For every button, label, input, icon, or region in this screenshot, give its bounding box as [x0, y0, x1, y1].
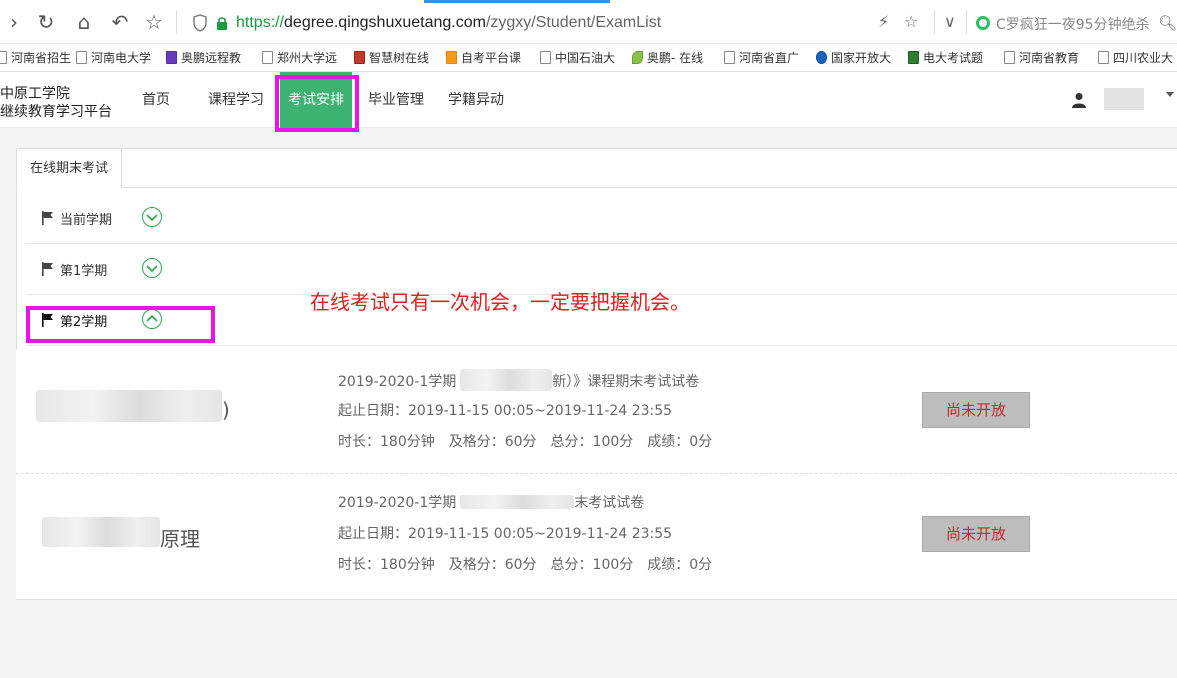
exam-start-button[interactable]: 尚未开放 [922, 516, 1030, 552]
undo-icon[interactable]: ↶ [108, 10, 132, 34]
bookmark-item[interactable]: 河南电大学 [76, 49, 151, 66]
exam-title: 2019-2020-1学期 末考试试卷 [338, 495, 645, 511]
search-suggestion-text: C罗疯狂一夜95分钟绝杀 [996, 17, 1150, 33]
page-icon [540, 51, 551, 64]
bookmark-item[interactable]: 国家开放大 [816, 49, 891, 66]
bookmark-item[interactable]: 河南省教育 [1004, 49, 1079, 66]
bookmark-item[interactable]: 奥鹏远程教 [166, 49, 241, 66]
page-icon [1004, 51, 1015, 64]
bookmark-item[interactable]: 电大考试题 [908, 49, 983, 66]
search-icon[interactable]: 🔍︎ [1158, 14, 1177, 32]
course-name: ) [222, 398, 230, 422]
site-logo-subtitle: 继续教育学习平台 [0, 104, 112, 120]
chevron-down-icon[interactable] [142, 207, 162, 227]
exam-stats: 时长：180分钟 及格分：60分 总分：100分 成绩：0分 [338, 557, 713, 573]
course-name: 原理 [160, 527, 200, 551]
exam-stats: 时长：180分钟 及格分：60分 总分：100分 成绩：0分 [338, 434, 713, 450]
term-label: 第2学期 [60, 315, 108, 330]
term-label: 第1学期 [60, 264, 108, 279]
exam-start-button[interactable]: 尚未开放 [922, 392, 1030, 428]
exam-title: 2019-2020-1学期 新）》课程期末考试试卷 [338, 369, 699, 391]
site-icon [908, 51, 919, 64]
site-icon [816, 51, 827, 64]
nav-graduation[interactable]: 毕业管理 [368, 72, 424, 128]
exam-item: 原理 2019-2020-1学期 末考试试卷 起止日期：2019-11-15 00… [16, 475, 1177, 599]
page-icon [76, 51, 87, 64]
bookmark-item[interactable]: 中国石油大 [540, 49, 615, 66]
bookmark-item[interactable]: 郑州大学远 [262, 49, 337, 66]
lightning-icon[interactable]: ⚡ [878, 12, 889, 31]
site-icon [166, 51, 177, 64]
page-icon [262, 51, 273, 64]
favorite-star-icon[interactable]: ☆ [904, 12, 918, 31]
redacted-course-name [42, 517, 160, 547]
flag-icon [42, 211, 53, 225]
site-header: 中原工学院 继续教育学习平台 首页 课程学习 考试安排 毕业管理 学籍异动 [0, 72, 1177, 128]
site-logo-name: 中原工学院 [0, 86, 70, 102]
tab-divider [16, 187, 1177, 188]
lock-icon [217, 17, 227, 30]
browser-address-bar: › ↻ ⌂ ↶ ☆ https://degree.qingshuxuetang.… [0, 0, 1177, 44]
site-icon [446, 51, 457, 64]
chevron-down-icon[interactable]: ∨ [944, 12, 956, 31]
bookmark-item[interactable]: 四川农业大 [1098, 49, 1173, 66]
bookmark-item[interactable]: 河南省直广 [724, 49, 799, 66]
page-icon [724, 51, 735, 64]
exam-dates: 起止日期：2019-11-15 00:05~2019-11-24 23:55 [338, 526, 673, 542]
refresh-icon[interactable]: ↻ [34, 10, 58, 34]
chevron-down-icon[interactable] [142, 258, 162, 278]
browser-search-box[interactable]: C罗疯狂一夜95分钟绝杀 🔍︎ [972, 8, 1177, 38]
search-engine-icon [976, 16, 990, 30]
star-icon[interactable]: ☆ [142, 10, 166, 34]
url-bar[interactable]: https://degree.qingshuxuetang.com/zygxy/… [184, 8, 970, 38]
term-label: 当前学期 [60, 213, 113, 228]
nav-exam-schedule[interactable]: 考试安排 [280, 72, 352, 128]
annotation-note: 在线考试只有一次机会，一定要把握机会。 [310, 290, 690, 314]
term-row-current[interactable]: 当前学期 [26, 194, 1177, 244]
user-menu-caret-icon[interactable] [1166, 92, 1174, 97]
url-text: https://degree.qingshuxuetang.com/zygxy/… [236, 14, 662, 31]
chevron-up-icon[interactable] [142, 309, 162, 329]
bookmark-item[interactable]: 奥鹏- 在线 [632, 49, 703, 66]
page-icon [0, 51, 7, 64]
bookmark-item[interactable]: 智慧树在线 [354, 49, 429, 66]
user-icon[interactable] [1072, 92, 1086, 108]
bookmark-item[interactable]: 河南省招生 [0, 49, 71, 66]
site-icon [632, 51, 643, 64]
page-icon [1098, 51, 1109, 64]
flag-icon [42, 313, 53, 327]
active-tab-indicator [424, 0, 610, 3]
site-icon [354, 51, 365, 64]
redacted-course-name [36, 390, 222, 422]
forward-icon[interactable]: › [2, 10, 26, 34]
bookmark-item[interactable]: 自考平台课 [446, 49, 521, 66]
flag-icon [42, 262, 53, 276]
username-redacted[interactable] [1104, 88, 1144, 110]
nav-home[interactable]: 首页 [142, 72, 170, 128]
tab-online-final-exam[interactable]: 在线期末考试 [16, 148, 122, 188]
nav-enrollment-change[interactable]: 学籍异动 [448, 72, 504, 128]
shield-icon [193, 14, 207, 32]
nav-course-study[interactable]: 课程学习 [208, 72, 264, 128]
bookmarks-bar: 河南省招生 河南电大学 奥鹏远程教 郑州大学远 智慧树在线 自考平台课 中国石油… [0, 44, 1177, 72]
exam-dates: 起止日期：2019-11-15 00:05~2019-11-24 23:55 [338, 403, 673, 419]
home-icon[interactable]: ⌂ [72, 10, 96, 34]
exam-item: ) 2019-2020-1学期 新）》课程期末考试试卷 起止日期：2019-11-… [16, 350, 1177, 474]
